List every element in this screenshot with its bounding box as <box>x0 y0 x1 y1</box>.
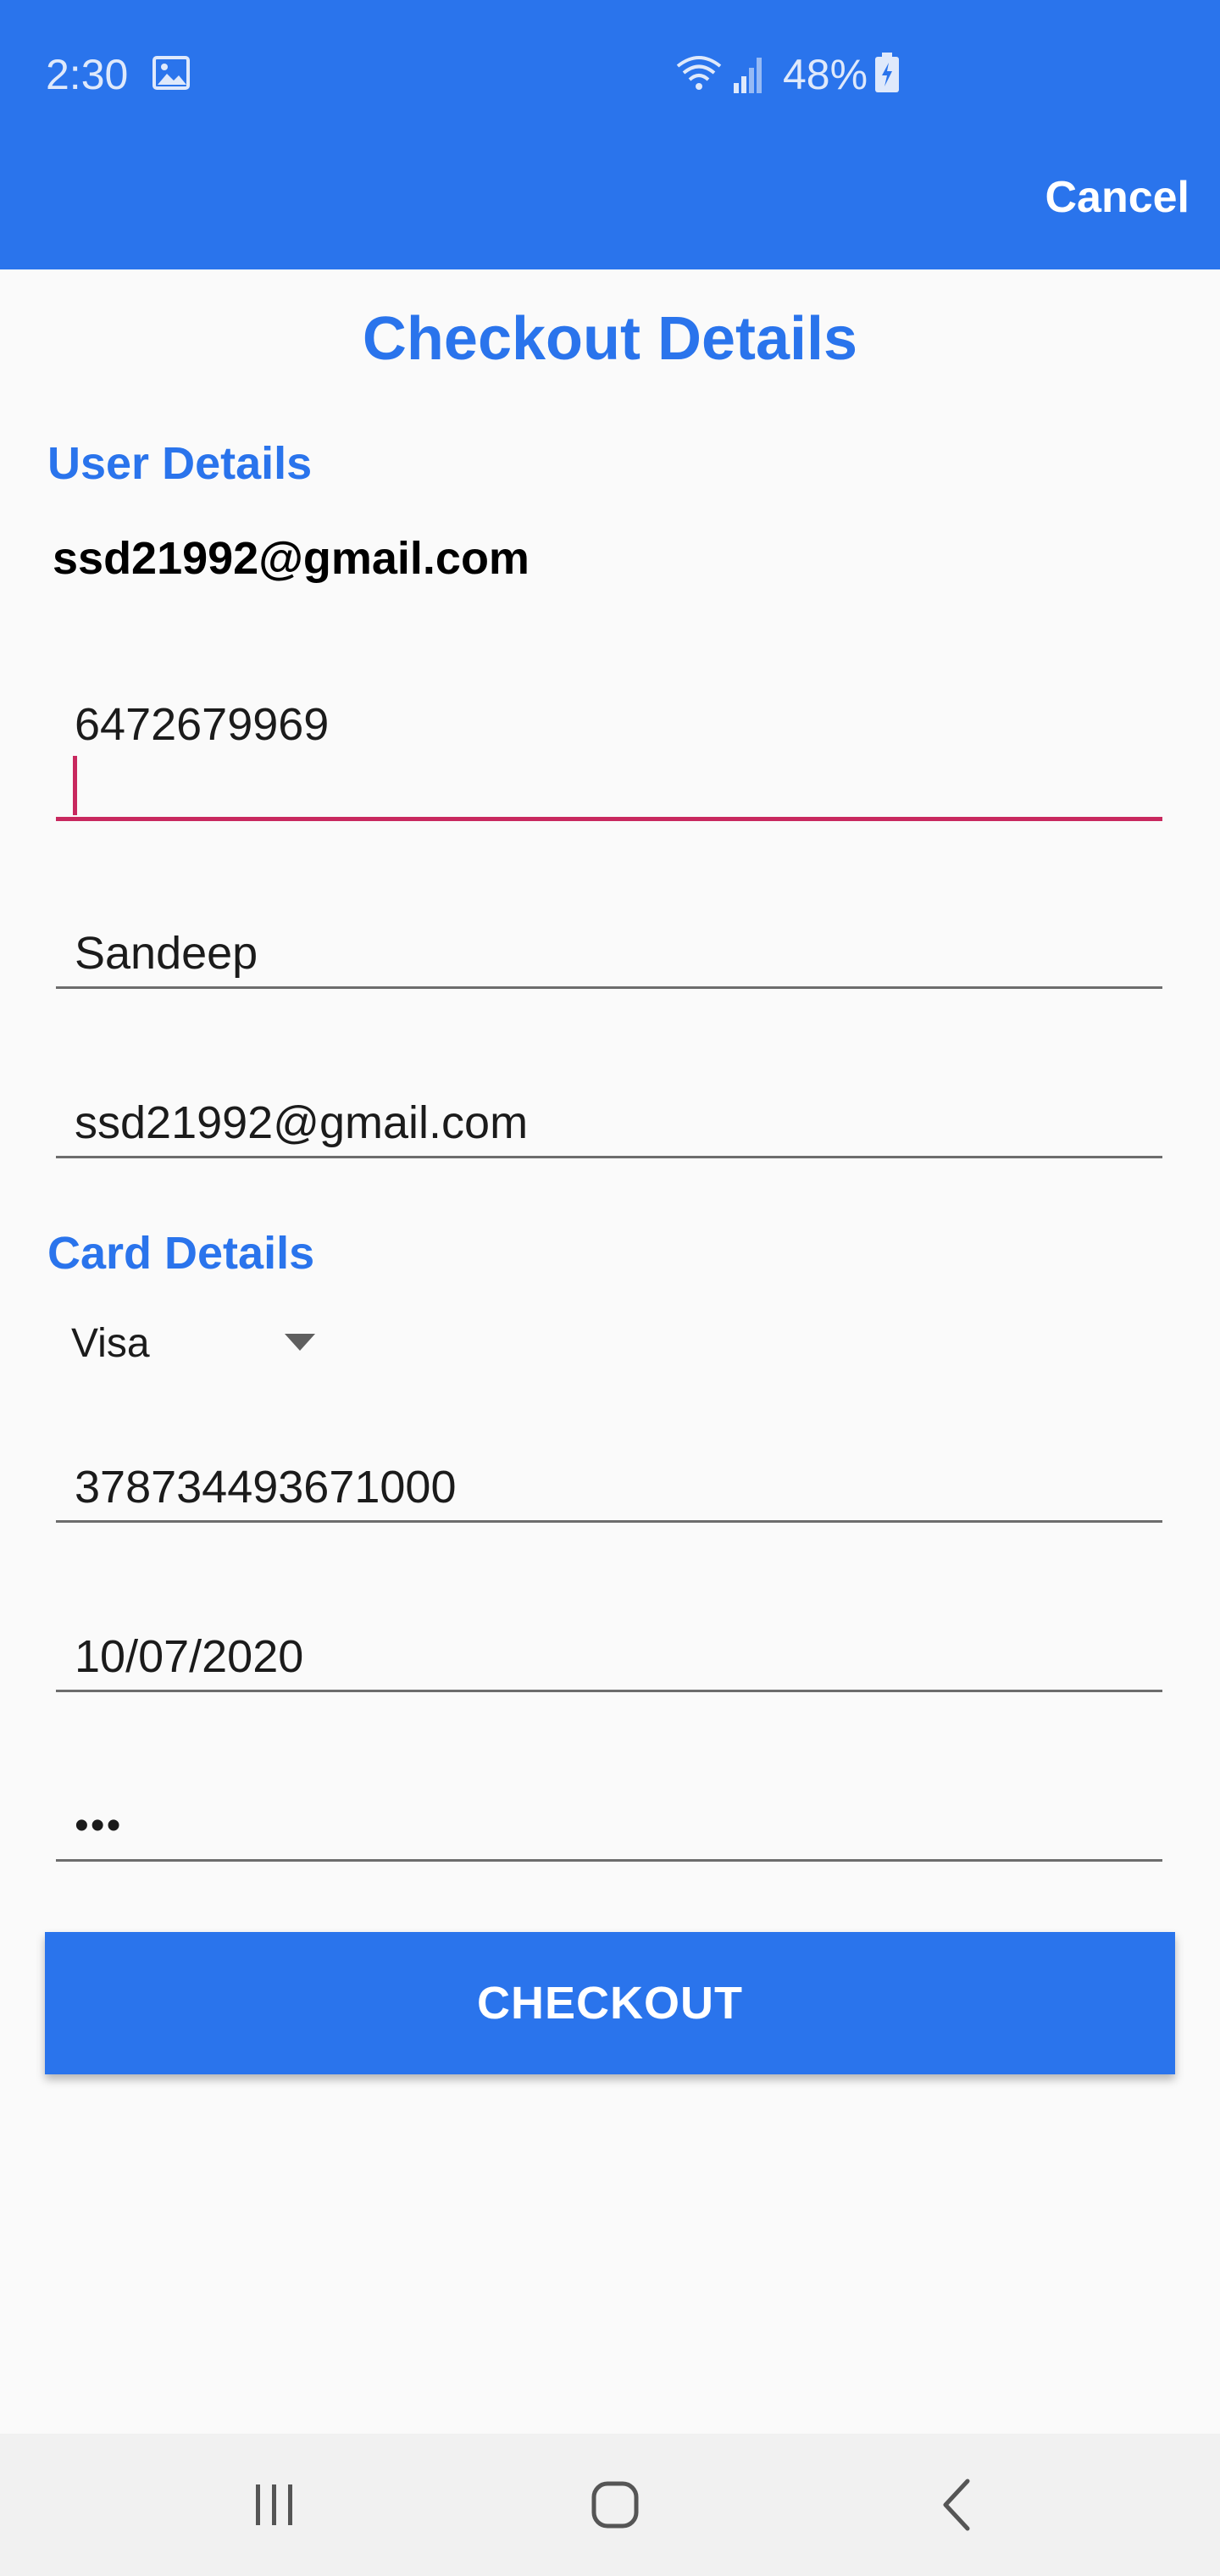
wifi-icon <box>676 56 722 90</box>
phone-value: 6472679969 <box>75 699 330 750</box>
cancel-button[interactable]: Cancel <box>1045 168 1190 227</box>
back-icon[interactable] <box>939 2478 973 2532</box>
expiry-date-field[interactable]: 10/07/2020 <box>56 1627 1162 1695</box>
signal-icon <box>734 58 762 93</box>
cvv-field[interactable]: ••• <box>56 1796 1162 1864</box>
name-value: Sandeep <box>75 928 258 979</box>
name-field[interactable]: Sandeep <box>56 924 1162 991</box>
card-number-value: 378734493671000 <box>75 1462 457 1513</box>
card-number-underline <box>56 1520 1162 1523</box>
home-icon[interactable] <box>590 2479 640 2530</box>
battery-icon <box>875 53 899 92</box>
card-type-value: Visa <box>71 1321 150 1366</box>
battery-percentage: 48% <box>783 51 868 98</box>
status-time: 2:30 <box>46 51 129 98</box>
app-bar: 2:30 48% Cancel <box>0 0 1220 269</box>
email-underline <box>56 1156 1162 1158</box>
email-field[interactable]: ssd21992@gmail.com <box>56 1093 1162 1161</box>
cvv-underline <box>56 1859 1162 1862</box>
checkout-button[interactable]: CHECKOUT <box>45 1932 1175 2074</box>
page-title: Checkout Details <box>362 305 858 373</box>
recent-apps-icon[interactable] <box>251 2481 298 2529</box>
text-cursor <box>73 756 77 815</box>
system-navigation-bar <box>0 2434 1220 2576</box>
expiry-date-underline <box>56 1690 1162 1692</box>
account-email: ssd21992@gmail.com <box>53 533 530 584</box>
expiry-date-value: 10/07/2020 <box>75 1631 304 1682</box>
card-number-field[interactable]: 378734493671000 <box>56 1457 1162 1525</box>
phone-underline <box>56 817 1162 821</box>
dropdown-arrow-icon <box>285 1334 315 1351</box>
name-underline <box>56 986 1162 989</box>
image-icon <box>152 56 190 90</box>
phone-field[interactable]: 6472679969 <box>56 695 1162 822</box>
email-value: ssd21992@gmail.com <box>75 1097 529 1148</box>
card-type-dropdown[interactable]: Visa <box>71 1313 342 1374</box>
cvv-value: ••• <box>75 1803 123 1848</box>
user-details-heading: User Details <box>47 438 313 489</box>
card-details-heading: Card Details <box>47 1228 315 1279</box>
